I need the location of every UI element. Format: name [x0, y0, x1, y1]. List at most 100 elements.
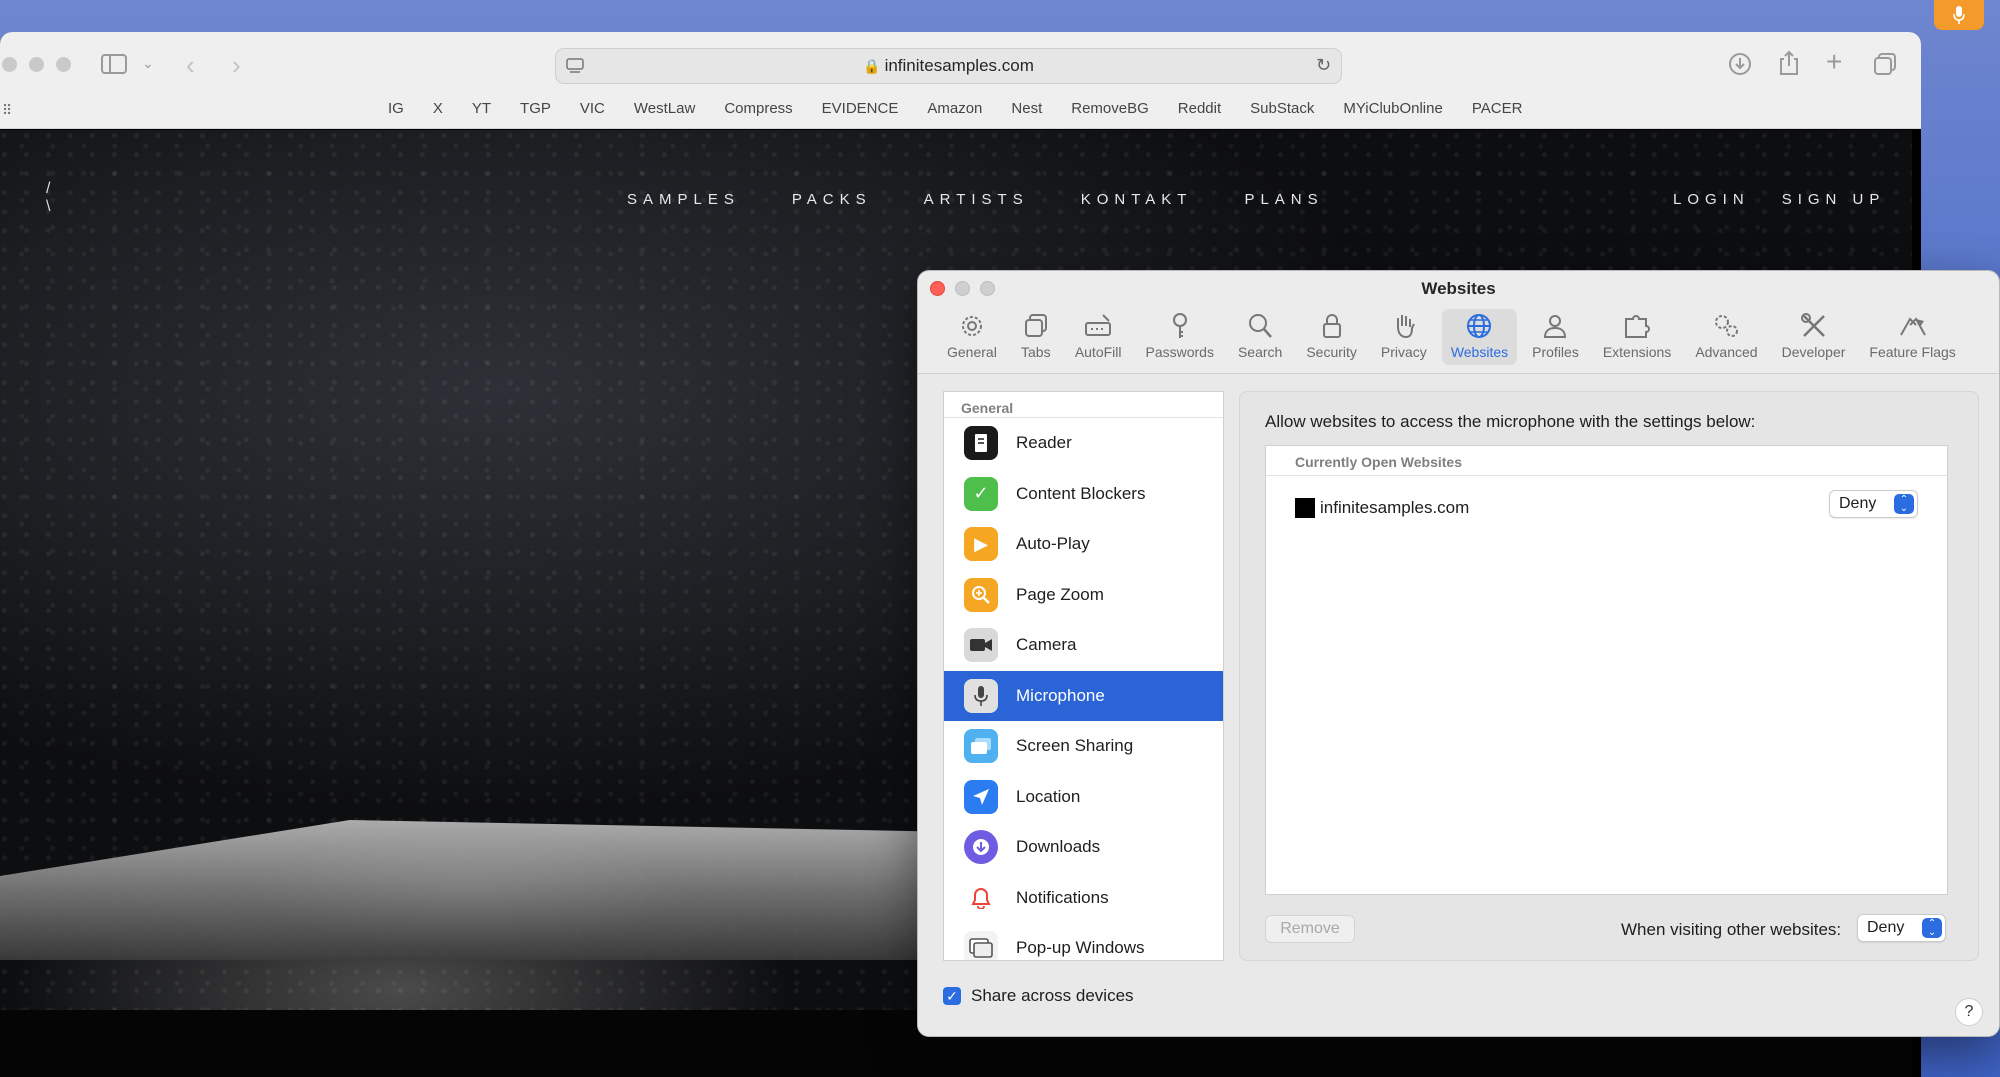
sidebar-item-reader[interactable]: Reader — [944, 418, 1223, 469]
sidebar-item-camera[interactable]: Camera — [944, 620, 1223, 671]
sidebar-item-label: Microphone — [1016, 685, 1105, 705]
sidebar-item-label: Auto-Play — [1016, 534, 1090, 554]
chevron-down-icon[interactable]: ⌄ — [142, 56, 154, 70]
bookmark-item[interactable]: SubStack — [1250, 100, 1314, 117]
tab-profiles[interactable]: Profiles — [1523, 309, 1588, 365]
zoom-icon — [964, 577, 998, 612]
site-nav-plans[interactable]: PLANS — [1244, 191, 1323, 208]
site-nav: SAMPLES PACKS ARTISTS KONTAKT PLANS — [627, 191, 1324, 208]
close-window-button[interactable] — [2, 57, 17, 72]
tab-extensions[interactable]: Extensions — [1594, 309, 1680, 365]
site-nav-kontakt[interactable]: KONTAKT — [1081, 191, 1193, 208]
sidebar-item-content-blockers[interactable]: ✓ Content Blockers — [944, 469, 1223, 520]
tab-search[interactable]: Search — [1229, 309, 1291, 365]
bookmark-item[interactable]: X — [433, 100, 443, 117]
bookmark-item[interactable]: Nest — [1011, 100, 1042, 117]
key-icon — [1172, 313, 1187, 338]
bookmark-item[interactable]: VIC — [580, 100, 605, 117]
tab-label: Passwords — [1145, 344, 1214, 360]
apps-grid-icon[interactable]: ⠿ — [2, 102, 12, 119]
site-permission-select[interactable]: Deny ⌃ ⌄ — [1829, 490, 1918, 518]
tab-tabs[interactable]: Tabs — [1012, 309, 1060, 365]
share-across-devices[interactable]: ✓ Share across devices — [943, 986, 1134, 1006]
sidebar-item-popup-windows[interactable]: Pop-up Windows — [944, 923, 1223, 960]
bookmark-item[interactable]: MYiClubOnline — [1343, 100, 1443, 117]
tab-privacy[interactable]: Privacy — [1372, 309, 1436, 365]
tab-feature-flags[interactable]: Feature Flags — [1860, 309, 1964, 365]
site-domain: infinitesamples.com — [1320, 498, 1470, 517]
sidebar-item-label: Location — [1016, 786, 1081, 806]
login-link[interactable]: LOGIN — [1673, 191, 1750, 208]
autofill-icon — [1085, 314, 1112, 336]
lock-icon: 🔒 — [863, 58, 881, 74]
tab-label: General — [947, 344, 997, 360]
camera-icon — [964, 628, 998, 663]
address-bar[interactable]: 🔒 infinitesamples.com ↻ — [555, 48, 1342, 84]
help-button[interactable]: ? — [1955, 998, 1983, 1026]
remove-button[interactable]: Remove — [1265, 915, 1355, 943]
bookmark-item[interactable]: IG — [388, 100, 404, 117]
tab-security[interactable]: Security — [1297, 309, 1366, 365]
bookmark-item[interactable]: YT — [472, 100, 491, 117]
bookmark-item[interactable]: RemoveBG — [1071, 100, 1149, 117]
sidebar-item-auto-play[interactable]: ▶ Auto-Play — [944, 519, 1223, 570]
site-nav-packs[interactable]: PACKS — [792, 191, 872, 208]
select-value: Deny — [1839, 495, 1877, 512]
tab-label: Profiles — [1532, 344, 1579, 360]
share-icon[interactable] — [1778, 50, 1800, 80]
bookmark-item[interactable]: Compress — [724, 100, 792, 117]
site-nav-artists[interactable]: ARTISTS — [924, 191, 1029, 208]
sidebar-item-screen-sharing[interactable]: Screen Sharing — [944, 721, 1223, 772]
other-websites-label: When visiting other websites: — [1621, 920, 1842, 939]
tab-label: Feature Flags — [1869, 344, 1956, 360]
preferences-tabs: General Tabs AutoFill Passwords Search S… — [938, 309, 1965, 365]
tab-label: AutoFill — [1074, 344, 1122, 360]
sidebar-item-location[interactable]: Location — [944, 772, 1223, 823]
downloads-icon[interactable] — [1728, 52, 1752, 80]
tab-label: Extensions — [1602, 344, 1672, 360]
bookmark-item[interactable]: PACER — [1472, 100, 1523, 117]
tab-label: Privacy — [1380, 344, 1427, 360]
tab-websites[interactable]: Websites — [1441, 309, 1518, 365]
tab-label: Tabs — [1021, 344, 1051, 360]
sidebar-item-downloads[interactable]: Downloads — [944, 822, 1223, 873]
bookmark-item[interactable]: TGP — [520, 100, 551, 117]
tab-general[interactable]: General — [938, 309, 1006, 365]
site-logo[interactable]: / \ — [46, 180, 50, 216]
bookmark-item[interactable]: Reddit — [1178, 100, 1221, 117]
tab-overview-icon[interactable] — [1873, 52, 1897, 80]
zoom-window-button[interactable] — [56, 57, 71, 72]
download-icon — [964, 830, 998, 865]
preferences-titlebar: Websites — [918, 271, 1999, 303]
back-button[interactable]: ‹ — [186, 52, 195, 78]
bookmark-item[interactable]: EVIDENCE — [822, 100, 899, 117]
tab-advanced[interactable]: Advanced — [1686, 309, 1766, 365]
tab-developer[interactable]: Developer — [1773, 309, 1855, 365]
preferences-body: General Reader ✓ Content Blockers ▶ Auto… — [918, 374, 1999, 1036]
microphone-icon — [1953, 6, 1965, 24]
sidebar-header: General — [944, 392, 1223, 418]
sidebar-item-microphone[interactable]: Microphone — [944, 670, 1223, 721]
tab-label: Search — [1237, 344, 1283, 360]
sidebar-item-notifications[interactable]: Notifications — [944, 873, 1223, 924]
lock-icon — [1322, 314, 1341, 338]
other-websites-select[interactable]: Deny ⌃ ⌄ — [1857, 914, 1946, 942]
table-row[interactable]: infinitesamples.com Deny ⌃ ⌄ — [1266, 476, 1947, 536]
minimize-window-button[interactable] — [29, 57, 44, 72]
sidebar-toggle-icon[interactable] — [101, 53, 127, 79]
bookmark-item[interactable]: Amazon — [927, 100, 982, 117]
forward-button[interactable]: › — [232, 52, 241, 78]
new-tab-icon[interactable]: + — [1826, 48, 1842, 76]
select-stepper-icon: ⌃ ⌄ — [1894, 494, 1914, 514]
share-checkbox[interactable]: ✓ — [943, 987, 961, 1005]
table-header: Currently Open Websites — [1266, 446, 1947, 476]
site-nav-samples[interactable]: SAMPLES — [627, 191, 740, 208]
bookmark-item[interactable]: WestLaw — [634, 100, 695, 117]
microphone-in-use-indicator[interactable] — [1934, 0, 1984, 30]
select-value: Deny — [1867, 919, 1905, 936]
tab-autofill[interactable]: AutoFill — [1066, 309, 1131, 365]
signup-link[interactable]: SIGN UP — [1782, 191, 1886, 208]
tab-passwords[interactable]: Passwords — [1137, 309, 1223, 365]
reload-icon[interactable]: ↻ — [1316, 56, 1331, 74]
sidebar-item-page-zoom[interactable]: Page Zoom — [944, 570, 1223, 621]
